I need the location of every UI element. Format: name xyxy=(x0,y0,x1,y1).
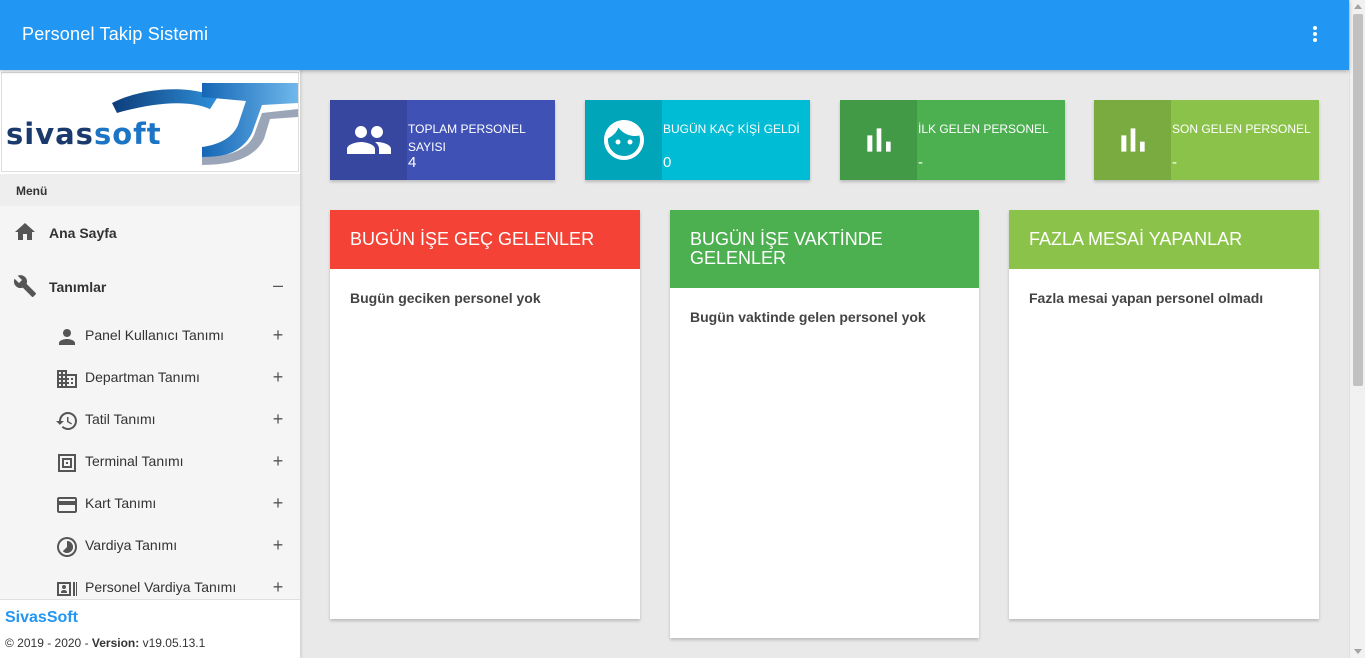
expand-plus-icon[interactable]: + xyxy=(270,577,286,598)
menu-header: Menü xyxy=(0,174,300,206)
shift-icon xyxy=(57,537,77,557)
expand-plus-icon[interactable]: + xyxy=(270,325,286,346)
version-label: Version: xyxy=(91,636,140,650)
sidebar-subitem-label: Terminal Tanımı xyxy=(85,453,184,469)
expand-plus-icon[interactable]: + xyxy=(270,451,286,472)
face-icon xyxy=(603,120,644,160)
expand-plus-icon[interactable]: + xyxy=(270,535,286,556)
building-icon xyxy=(57,370,77,388)
sidebar-menu: Ana Sayfa Tanımlar – Panel Kullanıcı Tan… xyxy=(0,206,300,599)
info-box-icon-area xyxy=(840,100,917,180)
sidebar-item-label: Ana Sayfa xyxy=(49,225,117,241)
info-box-today-arrivals[interactable]: BUGÜN KAÇ KİŞİ GELDİ 0 xyxy=(585,100,810,180)
info-box-label: SON GELEN PERSONEL xyxy=(1172,122,1311,136)
people-icon xyxy=(346,126,391,154)
sidebar-subitem-label: Tatil Tanımı xyxy=(85,411,156,427)
badge-icon xyxy=(57,582,77,596)
expand-plus-icon[interactable]: + xyxy=(270,409,286,430)
bar-chart-icon xyxy=(1120,128,1145,152)
page-scrollbar[interactable] xyxy=(1349,0,1365,658)
sidebar-item-personel-vardiya[interactable]: Personel Vardiya Tanımı + xyxy=(0,567,300,599)
info-box-icon-area xyxy=(330,100,407,180)
history-icon xyxy=(56,412,77,430)
sidebar-item-panel-kullanici[interactable]: Panel Kullanıcı Tanımı + xyxy=(0,315,300,357)
sidebar-item-ana-sayfa[interactable]: Ana Sayfa xyxy=(0,206,300,248)
sidebar-item-tatil[interactable]: Tatil Tanımı + xyxy=(0,399,300,441)
info-box-label: İLK GELEN PERSONEL xyxy=(918,122,1049,136)
card-body-text: Bugün geciken personel yok xyxy=(350,290,541,306)
home-icon xyxy=(15,223,35,240)
expand-plus-icon[interactable]: + xyxy=(270,493,286,514)
card-header: FAZLA MESAİ YAPANLAR xyxy=(1009,210,1319,269)
footer-brand: SivasSoft xyxy=(5,609,78,626)
sidebar-item-terminal[interactable]: Terminal Tanımı + xyxy=(0,441,300,483)
copyright-text: © 2019 - 2020 - xyxy=(5,636,92,650)
wrench-icon xyxy=(13,275,36,297)
bar-chart-icon xyxy=(866,128,891,152)
version-value: v19.05.13.1 xyxy=(139,636,206,650)
card-late-arrivals: BUGÜN İŞE GEÇ GELENLER Bugün geciken per… xyxy=(330,210,640,619)
sidebar-subitem-label: Panel Kullanıcı Tanımı xyxy=(85,327,225,343)
scrollbar-thumb[interactable] xyxy=(1353,14,1363,386)
more-vert-icon[interactable] xyxy=(1305,24,1325,48)
info-box-first-arrival[interactable]: İLK GELEN PERSONEL - xyxy=(840,100,1065,180)
sidebar-subitem-label: Personel Vardiya Tanımı xyxy=(85,579,237,595)
card-body-text: Fazla mesai yapan personel olmadı xyxy=(1029,290,1264,306)
info-box-icon-area xyxy=(585,100,662,180)
info-box-value: 4 xyxy=(408,154,417,171)
footer-copyright: © 2019 - 2020 - Version: v19.05.13.1 xyxy=(5,636,205,650)
info-box-icon-area xyxy=(1094,100,1171,180)
card-on-time-arrivals: BUGÜN İŞE VAKTİNDE GELENLER Bugün vaktin… xyxy=(670,210,979,638)
collapse-minus-icon[interactable]: – xyxy=(270,275,286,296)
person-icon xyxy=(59,329,75,345)
scroll-down-arrow-icon[interactable] xyxy=(1354,649,1362,654)
sidebar-item-kart[interactable]: Kart Tanımı + xyxy=(0,483,300,525)
logo-text: sivassoft xyxy=(6,117,162,151)
info-box-value: - xyxy=(918,154,923,171)
sidebar-subitem-label: Departman Tanımı xyxy=(85,369,200,385)
company-logo: sivassoft xyxy=(1,72,299,172)
logo-text-main: sivas xyxy=(6,117,94,151)
info-box-label: BUGÜN KAÇ KİŞİ GELDİ xyxy=(663,122,800,136)
sidebar-subitem-label: Kart Tanımı xyxy=(85,495,157,511)
sidebar-item-tanimlar[interactable]: Tanımlar – xyxy=(0,260,300,302)
card-body-text: Bugün vaktinde gelen personel yok xyxy=(690,309,926,325)
sidebar-footer: SivasSoft © 2019 - 2020 - Version: v19.0… xyxy=(0,599,300,658)
expand-plus-icon[interactable]: + xyxy=(270,367,286,388)
sidebar-item-departman[interactable]: Departman Tanımı + xyxy=(0,357,300,399)
info-box-total-staff[interactable]: TOPLAM PERSONEL SAYISI 4 xyxy=(330,100,555,180)
info-box-value: - xyxy=(1172,154,1177,171)
sidebar-item-label: Tanımlar xyxy=(49,279,107,295)
info-box-last-arrival[interactable]: SON GELEN PERSONEL - xyxy=(1094,100,1319,180)
info-box-label: TOPLAM PERSONEL SAYISI xyxy=(408,122,526,154)
card-header: BUGÜN İŞE VAKTİNDE GELENLER xyxy=(670,210,979,288)
terminal-icon xyxy=(58,454,76,472)
top-navbar: Personel Takip Sistemi xyxy=(0,0,1349,70)
logo-text-accent: soft xyxy=(93,117,162,151)
card-icon xyxy=(57,497,77,513)
app-title[interactable]: Personel Takip Sistemi xyxy=(22,24,208,45)
sidebar-subitem-label: Vardiya Tanımı xyxy=(85,537,178,553)
sidebar: sivassoft Menü Ana Sayfa Tanımlar – Pane… xyxy=(0,70,300,658)
sidebar-item-vardiya[interactable]: Vardiya Tanımı + xyxy=(0,525,300,567)
card-overtime: FAZLA MESAİ YAPANLAR Fazla mesai yapan p… xyxy=(1009,210,1319,619)
card-header: BUGÜN İŞE GEÇ GELENLER xyxy=(330,210,640,269)
scroll-up-arrow-icon[interactable] xyxy=(1354,4,1362,9)
info-box-value: 0 xyxy=(663,154,672,171)
